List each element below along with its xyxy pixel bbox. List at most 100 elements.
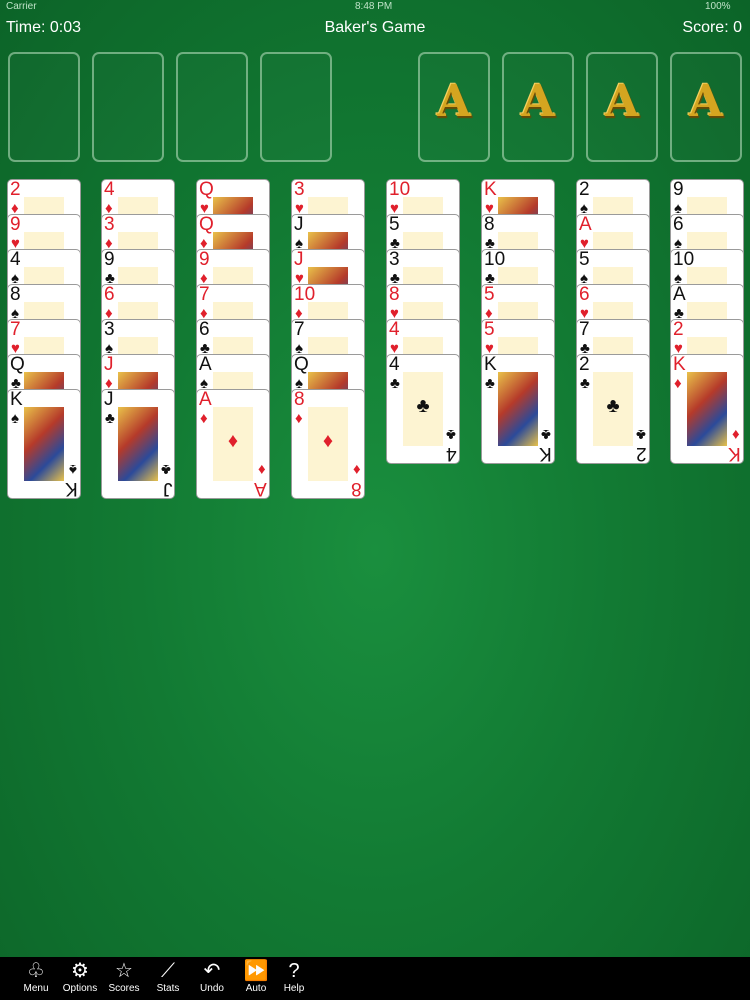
suit-icon: ♣ [390, 375, 400, 392]
toolbar-label: Menu [23, 983, 49, 994]
foundation-1[interactable]: A [418, 52, 490, 162]
foundation-3[interactable]: A [586, 52, 658, 162]
undo-button[interactable]: ↶ Undo [192, 959, 232, 995]
card-rank: 10 [389, 179, 411, 200]
freecell-4[interactable] [260, 52, 332, 162]
foundation-ace-label: A [604, 76, 640, 127]
card-rank: A [673, 284, 686, 305]
options-button[interactable]: ⚙ Options [60, 959, 100, 995]
carrier-label: Carrier [6, 1, 37, 12]
card-rank: 4 [446, 443, 457, 464]
playing-card[interactable]: 4 ♣ ♣ 4 ♣ [386, 354, 460, 464]
card-rank: A [579, 214, 592, 235]
card-rank: 7 [579, 319, 590, 340]
card-rank: 6 [673, 214, 684, 235]
suit-icon: ♣ [446, 426, 456, 443]
card-rank: K [484, 354, 497, 375]
suit-icon: ♣ [541, 426, 551, 443]
card-rank: 8 [351, 478, 362, 499]
card-rank: 2 [636, 443, 647, 464]
status-bar: Carrier 8:48 PM 100% [0, 0, 750, 14]
card-rank: 8 [294, 389, 305, 410]
card-rank: 8 [389, 284, 400, 305]
suit-icon: ♣ [580, 375, 590, 392]
suit-icon: ♦ [732, 426, 740, 443]
playing-card[interactable]: 8 ♦ ♦ 8 ♦ [291, 389, 365, 499]
card-rank: 6 [579, 284, 590, 305]
card-rank: 5 [389, 214, 400, 235]
card-rank: 2 [579, 354, 590, 375]
scores-icon: ☆ [115, 960, 133, 982]
foundation-4[interactable]: A [670, 52, 742, 162]
help-button[interactable]: ? Help [274, 959, 314, 995]
menu-icon: ♧ [27, 960, 45, 982]
card-rank: 4 [104, 179, 115, 200]
playing-card[interactable]: K♣♣K♣ [481, 354, 555, 464]
playing-card[interactable]: 2 ♣ ♣ 2 ♣ [576, 354, 650, 464]
card-rank: 10 [484, 249, 506, 270]
court-figure [687, 372, 727, 446]
court-figure [498, 372, 538, 446]
suit-icon: ♦ [295, 410, 303, 427]
card-rank: 3 [104, 319, 115, 340]
card-rank: K [728, 443, 741, 464]
card-rank: 5 [579, 249, 590, 270]
card-rank: K [539, 443, 552, 464]
card-rank: 3 [294, 179, 305, 200]
suit-icon: ♦ [674, 375, 682, 392]
suit-icon: ♣ [636, 426, 646, 443]
foundation-2[interactable]: A [502, 52, 574, 162]
card-rank: 8 [10, 284, 21, 305]
toolbar-label: Scores [108, 983, 140, 994]
card-rank: 7 [199, 284, 210, 305]
card-rank: 2 [673, 319, 684, 340]
suit-icon: ♦ [227, 430, 239, 452]
playing-card[interactable]: K♦♦K♦ [670, 354, 744, 464]
playing-card[interactable]: J♣♣J♣ [101, 389, 175, 499]
card-rank: 10 [294, 284, 316, 305]
toolbar-label: Help [283, 983, 305, 994]
toolbar-label: Auto [245, 983, 267, 994]
card-rank: 3 [389, 249, 400, 270]
card-rank: 9 [199, 249, 210, 270]
suit-icon: ♦ [258, 461, 266, 478]
battery-label: 100% [705, 1, 731, 12]
suit-icon: ♣ [161, 461, 171, 478]
card-rank: J [162, 478, 173, 499]
auto-icon: ⏩ [243, 960, 269, 982]
card-rank: 9 [104, 249, 115, 270]
scores-button[interactable]: ☆ Scores [104, 959, 144, 995]
foundation-ace-label: A [520, 76, 556, 127]
suit-icon: ♣ [416, 395, 430, 417]
options-icon: ⚙ [71, 960, 89, 982]
suit-icon: ♦ [322, 430, 334, 452]
game-header: Time: 0:03 Baker's Game Score: 0 [0, 14, 750, 42]
suit-icon: ♦ [200, 410, 208, 427]
card-rank: 10 [673, 249, 695, 270]
menu-button[interactable]: ♧ Menu [16, 959, 56, 995]
card-rank: 4 [389, 354, 400, 375]
suit-icon: ♣ [485, 375, 495, 392]
toolbar-label: Options [62, 983, 98, 994]
card-rank: 5 [484, 319, 495, 340]
freecell-1[interactable] [8, 52, 80, 162]
card-rank: 6 [199, 319, 210, 340]
toolbar-label: Stats [156, 983, 180, 994]
auto-button[interactable]: ⏩ Auto [236, 959, 276, 995]
suit-icon: ♣ [105, 410, 115, 427]
freecell-3[interactable] [176, 52, 248, 162]
card-rank: Q [199, 214, 214, 235]
freecell-2[interactable] [92, 52, 164, 162]
bottom-toolbar: ♧ Menu ⚙ Options ☆ Scores ⟋ Stats ↶ Undo ⏩ Auto? Hel… [0, 957, 750, 1000]
playing-card[interactable]: K♠♠K♠ [7, 389, 81, 499]
game-title: Baker's Game [324, 19, 426, 36]
card-rank: 3 [104, 214, 115, 235]
playing-card[interactable]: A ♦ ♦ A ♦ [196, 389, 270, 499]
suit-icon: ♦ [353, 461, 361, 478]
clock-label: 8:48 PM [355, 1, 393, 12]
card-rank: 7 [10, 319, 21, 340]
stats-button[interactable]: ⟋ Stats [148, 959, 188, 995]
card-rank: 7 [294, 319, 305, 340]
help-icon: ? [288, 960, 300, 982]
card-rank: J [294, 214, 304, 235]
